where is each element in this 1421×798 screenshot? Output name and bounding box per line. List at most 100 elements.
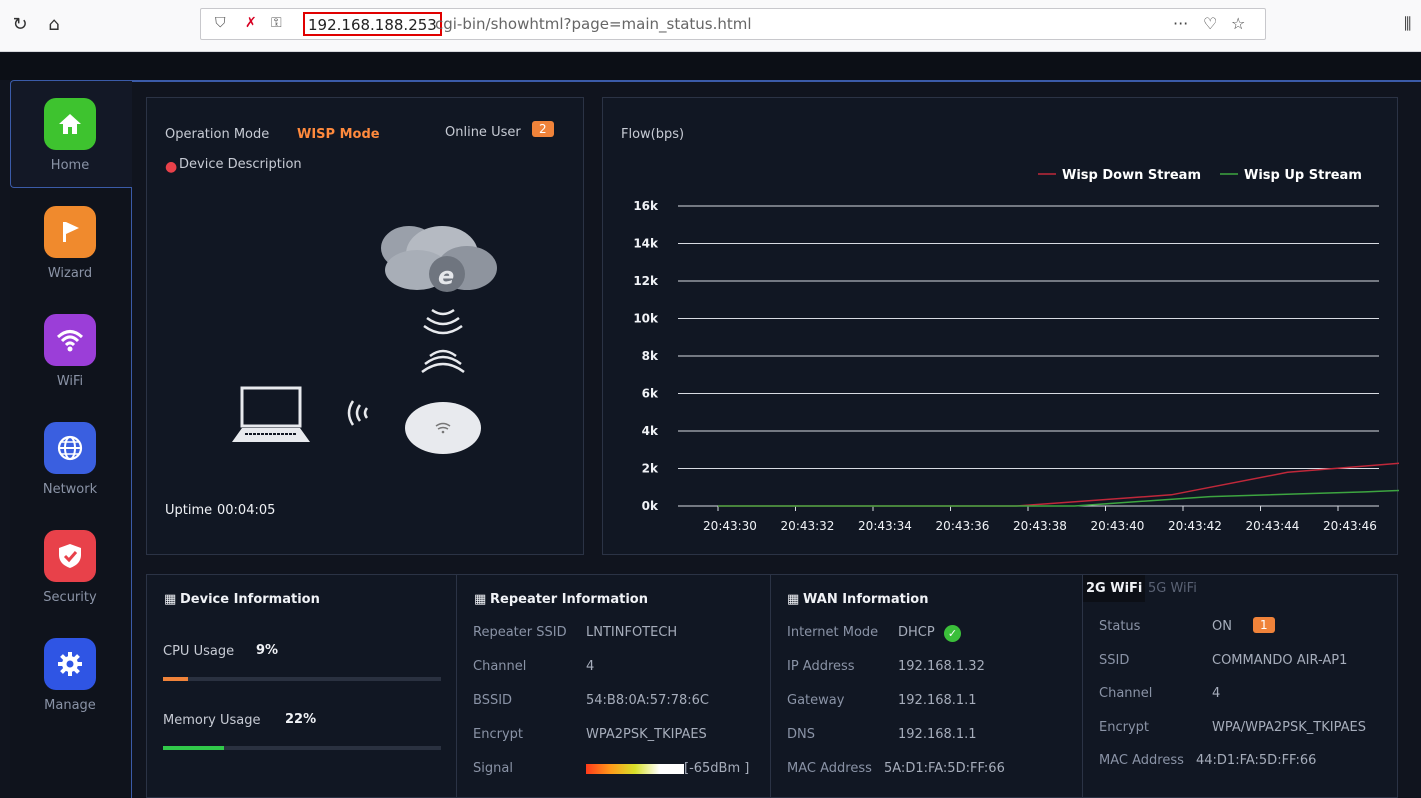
y-tick-label: 0k	[642, 499, 659, 513]
operation-mode-value: WISP Mode	[297, 127, 380, 142]
x-tick-label: 20:43:40	[1091, 519, 1145, 533]
operation-mode-label: Operation Mode	[165, 127, 270, 142]
repeater-encrypt-label: Encrypt	[473, 727, 523, 742]
globe-icon	[44, 422, 96, 474]
location-pin-icon: ●	[165, 159, 178, 175]
sidebar-item-network[interactable]: Network	[10, 422, 130, 522]
laptop-icon	[232, 386, 310, 442]
online-user-badge[interactable]: 2	[532, 121, 554, 137]
x-tick-label: 20:43:42	[1168, 519, 1222, 533]
reload-icon[interactable]: ↻	[8, 12, 32, 36]
dns-value: 192.168.1.1	[898, 727, 977, 742]
wifi-status-label: Status	[1099, 619, 1141, 634]
sidebar-item-label: Security	[43, 590, 97, 605]
wifi-encrypt-label: Encrypt	[1099, 720, 1149, 735]
series-line-up	[718, 489, 1399, 507]
device-info-title: Device Information	[180, 592, 320, 607]
repeater-channel-value: 4	[586, 659, 595, 674]
flow-chart-panel: Flow(bps) 0k 2k 4k 6k 8k 10k 12k 14k 16k 20:43:30…	[602, 97, 1399, 555]
uptime-label: Uptime	[165, 503, 213, 518]
home-icon[interactable]: ⌂	[42, 12, 66, 36]
status-panel: Operation Mode WISP Mode Online User 2 ●…	[146, 97, 584, 555]
shield-info-icon[interactable]: ⛉	[215, 15, 226, 31]
x-tick-label: 20:43:30	[703, 519, 757, 533]
bookmark-star-icon[interactable]: ☆	[1231, 14, 1245, 33]
internet-mode-value: DHCP	[898, 625, 935, 640]
key-icon[interactable]: ⚿	[271, 15, 282, 31]
wifi-status-value: ON	[1212, 619, 1232, 634]
repeater-bssid-label: BSSID	[473, 693, 513, 708]
repeater-info-title-icon: ▦	[474, 592, 487, 607]
wifi-mac-value: 44:D1:FA:5D:FF:66	[1196, 753, 1317, 768]
repeater-signal-value: [-65dBm ]	[684, 761, 750, 776]
y-tick-label: 14k	[633, 237, 659, 251]
y-tick-label: 12k	[633, 274, 659, 288]
wifi-ssid-value: COMMANDO AIR-AP1	[1212, 653, 1348, 668]
wifi-client-badge[interactable]: 1	[1253, 617, 1275, 633]
signal-waves-icon	[421, 308, 465, 374]
sidebar-item-label: Home	[50, 158, 90, 173]
series-line-down	[718, 462, 1399, 507]
info-divider	[1082, 574, 1083, 798]
x-tick-label: 20:43:34	[858, 519, 912, 533]
url-bar[interactable]: ⛉ ✗ ⚿ 192.168.188.253 cgi-bin/showhtml?p…	[200, 8, 1266, 40]
more-actions-icon[interactable]: ···	[1173, 14, 1188, 33]
gateway-value: 192.168.1.1	[898, 693, 977, 708]
wifi-channel-value: 4	[1212, 686, 1221, 701]
wan-info-title: WAN Information	[803, 592, 929, 607]
sidebar-item-manage[interactable]: Manage	[10, 638, 130, 738]
sidebar-item-home[interactable]: Home	[10, 98, 130, 198]
sidebar-item-wizard[interactable]: Wizard	[10, 206, 130, 306]
pocket-icon[interactable]: ♡	[1203, 14, 1217, 33]
library-icon[interactable]: ⫼	[1404, 14, 1411, 34]
sidebar-item-wifi[interactable]: WiFi	[10, 314, 130, 414]
sidebar-item-label: Manage	[44, 698, 96, 713]
y-tick-label: 6k	[642, 387, 659, 401]
legend-label: Wisp Down Stream	[1062, 168, 1201, 183]
wan-mac-value: 5A:D1:FA:5D:FF:66	[884, 761, 1005, 776]
sidebar-item-security[interactable]: Security	[10, 530, 130, 630]
internet-mode-label: Internet Mode	[787, 625, 879, 640]
x-tick-label: 20:43:38	[1013, 519, 1067, 533]
insecure-lock-icon[interactable]: ✗	[245, 15, 257, 31]
memory-usage-bar-fill	[163, 746, 225, 750]
wifi-channel-label: Channel	[1099, 686, 1153, 701]
x-tick-label: 20:43:44	[1246, 519, 1300, 533]
laptop-signal-icon	[347, 400, 369, 426]
cpu-usage-value: 9%	[256, 643, 279, 658]
tab-2g-wifi[interactable]: 2G WiFi	[1086, 581, 1142, 596]
x-tick-label: 20:43:32	[781, 519, 835, 533]
repeater-encrypt-value: WPA2PSK_TKIPAES	[586, 727, 707, 742]
wifi-mac-label: MAC Address	[1099, 753, 1184, 768]
repeater-ssid-label: Repeater SSID	[473, 625, 567, 640]
url-host[interactable]: 192.168.188.253	[303, 12, 442, 36]
signal-strength-bar	[586, 764, 684, 774]
info-divider	[770, 574, 771, 798]
cpu-usage-bar	[163, 677, 441, 681]
flag-icon	[44, 206, 96, 258]
cloud-icon: e	[381, 226, 497, 292]
device-description[interactable]: Device Description	[179, 157, 302, 172]
network-topology-illustration: e	[232, 226, 497, 454]
ip-address-label: IP Address	[787, 659, 855, 674]
memory-usage-label: Memory Usage	[163, 713, 261, 728]
device-info-title-icon: ▦	[164, 592, 177, 607]
check-circle-icon: ✓	[944, 625, 961, 642]
sidebar-item-label: Wizard	[47, 266, 93, 281]
url-path[interactable]: cgi-bin/showhtml?page=main_status.html	[435, 15, 752, 33]
memory-usage-value: 22%	[285, 712, 317, 727]
wan-mac-label: MAC Address	[787, 761, 872, 776]
tab-5g-wifi[interactable]: 5G WiFi	[1148, 581, 1197, 596]
repeater-bssid-value: 54:B8:0A:57:78:6C	[586, 693, 709, 708]
repeater-info-title: Repeater Information	[490, 592, 648, 607]
sidebar-item-label: Network	[42, 482, 98, 497]
access-point-icon	[405, 402, 481, 454]
sidebar-item-label: WiFi	[56, 374, 84, 389]
x-tick-label: 20:43:36	[936, 519, 990, 533]
repeater-channel-label: Channel	[473, 659, 527, 674]
ip-address-value: 192.168.1.32	[898, 659, 985, 674]
wifi-icon	[44, 314, 96, 366]
info-divider	[456, 574, 457, 798]
content-frame-border	[132, 80, 1421, 82]
y-tick-label: 16k	[633, 199, 659, 213]
